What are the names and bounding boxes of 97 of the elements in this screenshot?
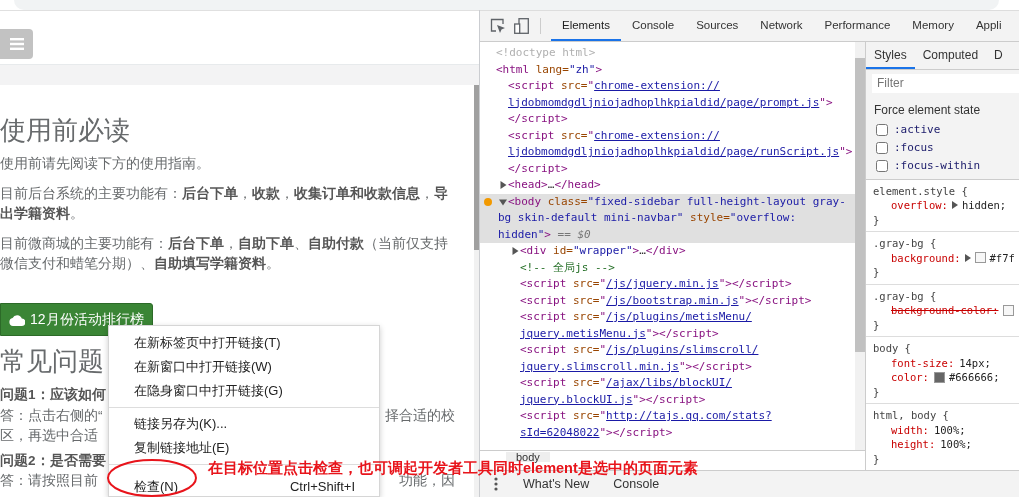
code-line: <head>…</head> <box>508 177 601 193</box>
checkbox[interactable] <box>876 141 888 154</box>
code-line: ljdobmomdgdljniojadhoplhkpialdid/page/runScript.js"> <box>508 144 853 160</box>
shortcut-text: Ctrl+Shift+I <box>289 478 355 496</box>
menu-item[interactable]: 检查(N) Ctrl+Shift+I <box>109 477 379 497</box>
css-selector: html, body { <box>873 408 950 423</box>
code-line: <script src="/ajax/libs/blockUI/ <box>520 375 732 391</box>
css-brace: } <box>873 317 881 332</box>
page-heading: 使用前必读 <box>0 114 131 146</box>
css-property-value: #666666; <box>948 370 1000 385</box>
faq-answer: 区，再选中合适 <box>0 428 98 445</box>
paragraph: 目前后台系统的主要功能有：后台下单，收款，收集订单和收款信息，导出学籍资料。 <box>0 185 449 223</box>
code-line: sId=62048022"></script> <box>520 424 673 441</box>
css-brace: } <box>873 384 881 399</box>
drawer-tab[interactable]: What's New <box>511 477 602 491</box>
styles-tab[interactable]: D <box>986 42 1011 69</box>
menu-item[interactable]: 在隐身窗口中打开链接(G) <box>109 379 379 403</box>
code-line: <script src="/js/plugins/slimscroll/ <box>520 342 759 358</box>
faq-question: 问题2：是否需要 <box>0 452 106 469</box>
device-icon[interactable] <box>514 18 529 34</box>
devtools-tab[interactable]: Performance <box>813 11 902 41</box>
css-property-value: 100%; <box>933 422 966 437</box>
styles-tab[interactable]: Computed <box>914 42 987 69</box>
faq-question: 问题1：应该如何 <box>0 387 106 404</box>
devtools-tab[interactable]: Network <box>749 11 814 41</box>
code-line: <script src="chrome-extension:// <box>508 78 720 94</box>
css-property-name: width: <box>891 422 929 437</box>
color-swatch[interactable] <box>974 252 986 264</box>
state-option-label: :active <box>894 123 941 136</box>
css-property-value: #f7f <box>989 250 1015 265</box>
expand-arrow-icon[interactable] <box>951 201 958 210</box>
code-line: <div id="wrapper">…</div> <box>520 243 686 259</box>
css-selector: element.style { <box>873 183 969 198</box>
paragraph: 目前微商城的主要功能有：后台下单，自助下单、自助付款（当前仅支持微信支付和蜡笔分期）、自助填写学籍资料。 <box>0 235 449 273</box>
faq-answer: 答：请按照目前 <box>0 473 98 490</box>
devtools-tab[interactable]: Sources <box>685 11 750 41</box>
code-line: jquery.slimscroll.min.js"></script> <box>520 358 752 375</box>
code-line: jquery.blockUI.js"></script> <box>520 391 706 408</box>
section-title: Force element state <box>874 102 982 117</box>
scrollbar[interactable] <box>855 42 865 450</box>
css-property-name: color: <box>891 370 929 385</box>
css-brace: } <box>873 212 881 227</box>
code-line: <script src="http://tajs.qq.com/stats? <box>520 408 772 424</box>
css-property-value: 14px; <box>959 355 991 370</box>
code-line: <script src="/js/plugins/metisMenu/ <box>520 309 752 325</box>
state-option-label: :focus <box>894 141 934 154</box>
checkbox[interactable] <box>876 123 888 136</box>
filter-field[interactable]: Filter <box>872 73 1019 93</box>
css-property-name: height: <box>891 437 936 452</box>
menu-icon <box>9 38 24 50</box>
code-line: <script src="/js/bootstrap.min.js"></script> <box>520 292 812 309</box>
breadcrumb-item[interactable]: body <box>506 452 550 462</box>
menu-item[interactable]: 链接另存为(K)... <box>109 412 379 436</box>
devtools-tab[interactable]: Console <box>620 11 686 41</box>
drawer-tab[interactable]: Console <box>601 477 672 491</box>
inspect-icon[interactable] <box>490 18 506 34</box>
color-swatch[interactable] <box>1003 304 1015 316</box>
code-line: <body class="fixed-sidebar full-height-layout gray- <box>508 193 846 210</box>
css-property-value: hidden; <box>961 198 1007 213</box>
expand-arrow-icon[interactable] <box>499 197 507 206</box>
css-selector: body { <box>873 341 912 356</box>
menu-item[interactable]: 复制链接地址(E) <box>109 436 379 460</box>
code-line: ljdobmomdgdljniojadhoplhkpialdid/page/prompt.js"> <box>508 94 833 111</box>
color-swatch[interactable] <box>933 371 945 383</box>
section-heading: 常见问题 <box>0 346 104 376</box>
code-line: </script> <box>508 160 568 177</box>
code-line: <html lang="zh"> <box>496 61 602 78</box>
code-line: </script> <box>508 111 568 127</box>
state-option-label: :focus-within <box>894 159 981 172</box>
code-line: hidden"> == $0 <box>498 226 591 243</box>
code-line: <script src="/js/jquery.min.js"></script> <box>520 276 792 292</box>
code-line: <!-- 全局js --> <box>520 259 615 276</box>
css-brace: } <box>873 451 881 466</box>
css-selector: .gray-bg { <box>873 288 938 303</box>
code-line: <script src="chrome-extension:// <box>508 127 720 144</box>
css-property-name: overflow: <box>891 198 948 213</box>
cloud-icon <box>9 313 25 326</box>
css-property-value: 100%; <box>940 437 972 452</box>
intro-text: 使用前请先阅读下方的使用指南。 <box>0 155 211 173</box>
menu-item[interactable]: 在新窗口中打开链接(W) <box>109 355 379 379</box>
css-property-name: background: <box>891 250 961 265</box>
faq-answer: 择合适的校 <box>385 407 455 424</box>
expand-arrow-icon[interactable] <box>511 247 519 255</box>
devtools-tab[interactable]: Elements <box>551 11 621 41</box>
expand-arrow-icon[interactable] <box>499 181 507 189</box>
code-line: bg skin-default mini-navbar" style="overflow: <box>498 210 797 226</box>
css-property-name: font-size: <box>891 355 955 370</box>
devtools-tab[interactable]: Memory <box>901 11 965 41</box>
devtools-tab[interactable]: Appli <box>964 11 1013 41</box>
faq-answer: 答：点击右侧的“ <box>0 407 103 424</box>
checkbox[interactable] <box>876 159 888 172</box>
more-icon[interactable] <box>494 477 498 491</box>
code-line: jquery.metisMenu.js"></script> <box>520 325 719 342</box>
css-brace: } <box>873 265 881 280</box>
css-selector: .gray-bg { <box>873 236 938 251</box>
code-line: <!doctype html> <box>496 45 596 61</box>
css-property-name: background-color: <box>891 303 999 318</box>
